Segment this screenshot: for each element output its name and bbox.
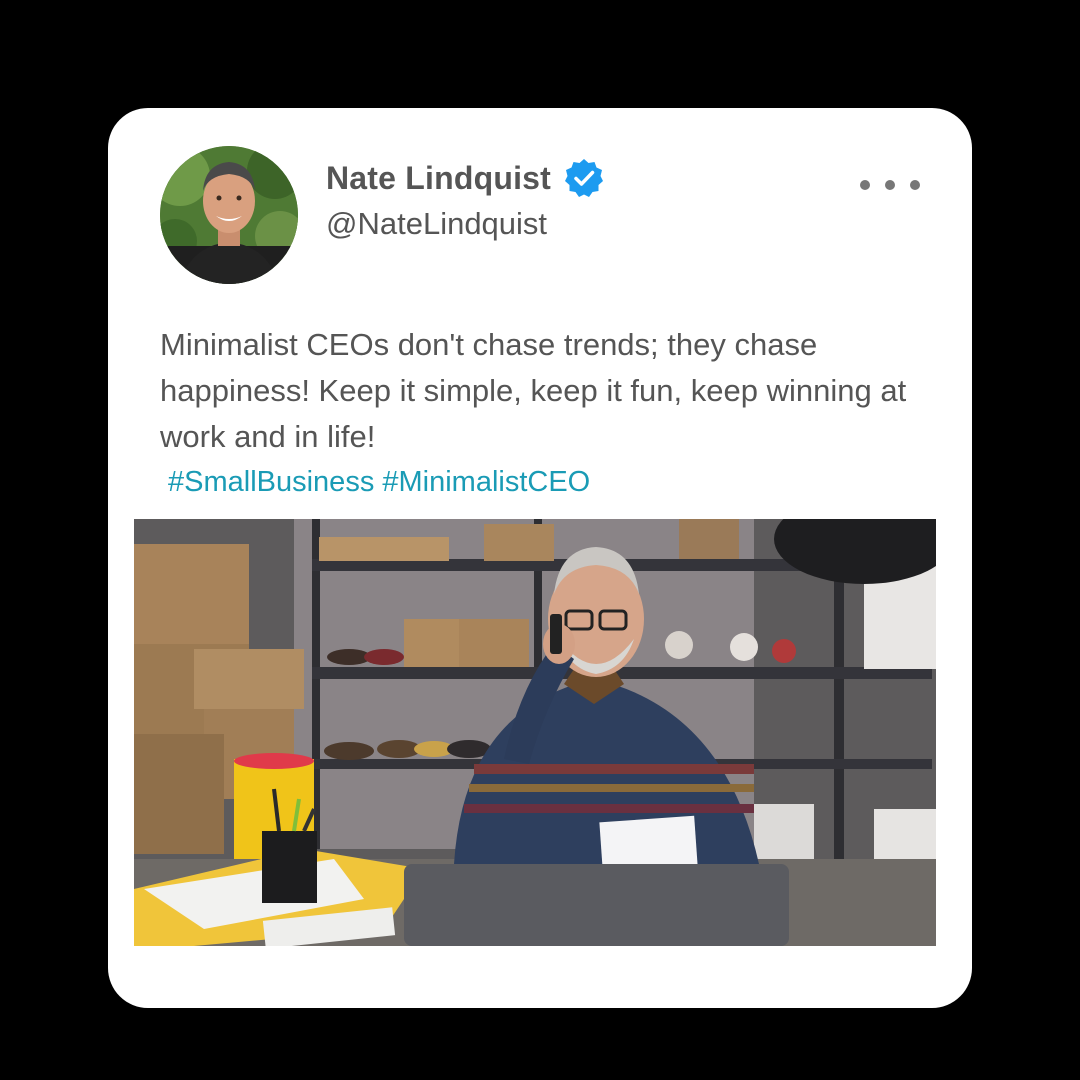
more-options-icon[interactable]: [860, 168, 920, 202]
avatar[interactable]: [160, 146, 298, 284]
more-dot: [910, 180, 920, 190]
more-dot: [885, 180, 895, 190]
hashtag-links[interactable]: #SmallBusiness #MinimalistCEO: [168, 462, 590, 502]
tweet-image[interactable]: [134, 519, 936, 946]
verified-badge-icon: [563, 157, 605, 199]
more-dot: [860, 180, 870, 190]
author-row: Nate Lindquist: [326, 156, 605, 200]
tweet-text: Minimalist CEOs don't chase trends; they…: [160, 327, 907, 454]
avatar-image: [160, 146, 298, 284]
tweet-card: Nate Lindquist @NateLindquist Minimalist…: [108, 108, 972, 1008]
office-photo: [134, 519, 936, 946]
author-name[interactable]: Nate Lindquist: [326, 160, 551, 197]
author-handle[interactable]: @NateLindquist: [326, 206, 547, 242]
